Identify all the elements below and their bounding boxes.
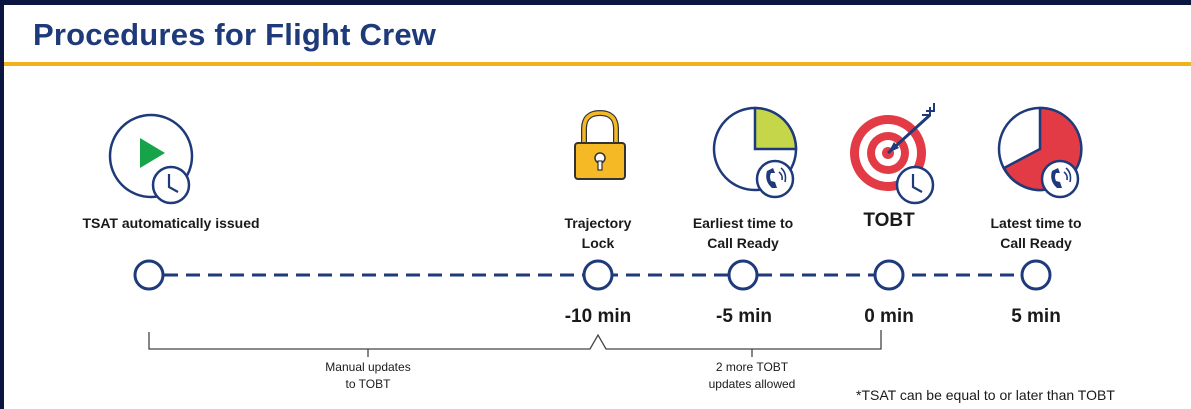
label-latest-line2: Call Ready <box>1000 235 1072 251</box>
footnote: *TSAT can be equal to or later than TOBT <box>856 387 1115 403</box>
play-clock-icon <box>108 113 194 205</box>
time-plus-5: 5 min <box>1011 306 1061 327</box>
label-tobt: TOBT <box>863 210 915 231</box>
label-tsat-issued: TSAT automatically issued <box>82 215 260 231</box>
padlock-icon <box>574 109 626 180</box>
time-zero: 0 min <box>864 306 914 327</box>
note-manual-line2: to TOBT <box>345 377 391 391</box>
note-more-line1: 2 more TOBT <box>715 360 789 374</box>
label-latest-call-ready: Latest time to Call Ready <box>956 213 1116 253</box>
timeline-node-latest <box>1020 259 1052 291</box>
timeline-node-trajectory-lock <box>582 259 614 291</box>
time-minus-10: -10 min <box>564 306 632 327</box>
timeline-node-earliest <box>727 259 759 291</box>
note-manual-line1: Manual updates <box>325 360 411 374</box>
target-clock-icon <box>850 103 935 205</box>
timeline-graphic <box>108 103 1083 357</box>
note-more-updates: 2 more TOBT updates allowed <box>672 359 832 393</box>
label-earliest-line2: Call Ready <box>707 235 779 251</box>
label-earliest-line1: Earliest time to <box>692 215 794 231</box>
timeline-node-tsat <box>133 259 165 291</box>
slide-frame: Procedures for Flight Crew TSAT automati… <box>0 0 1191 409</box>
timeline-node-tobt <box>873 259 905 291</box>
label-trajectory-line1: Trajectory <box>564 215 632 231</box>
clock-phone-icon-latest <box>997 106 1083 199</box>
bracket-lines <box>148 330 882 350</box>
clock-phone-icon-earliest <box>712 106 798 199</box>
label-latest-line1: Latest time to <box>990 215 1082 231</box>
time-minus-5: -5 min <box>716 306 772 327</box>
label-earliest-call-ready: Earliest time to Call Ready <box>663 213 823 253</box>
label-trajectory-line2: Lock <box>581 235 615 251</box>
slide-panel: Procedures for Flight Crew TSAT automati… <box>4 5 1191 409</box>
note-more-line2: updates allowed <box>708 377 796 391</box>
note-manual-updates: Manual updates to TOBT <box>288 359 448 393</box>
label-trajectory-lock: Trajectory Lock <box>538 213 658 253</box>
